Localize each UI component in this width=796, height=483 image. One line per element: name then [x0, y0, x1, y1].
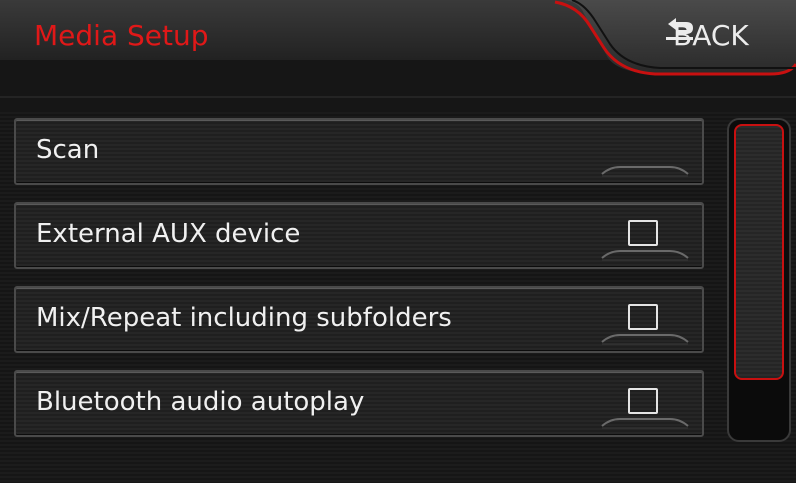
- menu-item-external-aux[interactable]: External AUX device: [14, 202, 704, 269]
- header-bar: Media Setup BACK: [0, 0, 796, 112]
- checkbox-unchecked-icon[interactable]: [628, 304, 658, 330]
- menu-item-label: External AUX device: [36, 219, 301, 249]
- checkbox-unchecked-icon[interactable]: [628, 388, 658, 414]
- checkbox-unchecked-icon[interactable]: [628, 220, 658, 246]
- menu-item-label: Mix/Repeat including subfolders: [36, 303, 452, 333]
- menu-item-label: Bluetooth audio autoplay: [36, 387, 365, 417]
- media-setup-screen: Media Setup BACK Scan External AUX devic…: [0, 0, 796, 483]
- scrollbar-track[interactable]: [727, 118, 791, 442]
- menu-item-label: Scan: [36, 135, 100, 165]
- bottom-bar: [0, 448, 796, 483]
- page-title: Media Setup: [34, 19, 209, 52]
- row-button-underline: [601, 166, 689, 177]
- return-arrow-icon: [666, 18, 693, 40]
- row-button-underline: [601, 250, 689, 261]
- menu-item-scan[interactable]: Scan: [14, 118, 704, 185]
- scrollbar-thumb[interactable]: [734, 124, 784, 380]
- row-button-underline: [601, 334, 689, 345]
- menu-item-bluetooth-autoplay[interactable]: Bluetooth audio autoplay: [14, 370, 704, 437]
- menu-item-mix-repeat[interactable]: Mix/Repeat including subfolders: [14, 286, 704, 353]
- back-button[interactable]: BACK: [664, 16, 796, 56]
- row-button-underline: [601, 418, 689, 429]
